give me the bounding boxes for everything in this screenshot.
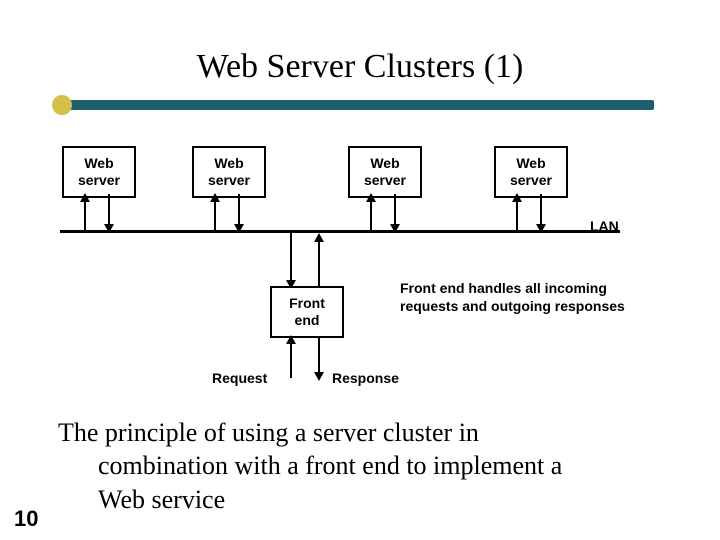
arrow-up-icon (512, 193, 522, 202)
slide: Web Server Clusters (1) Webserver Webser… (0, 0, 720, 540)
web-server-box-3: Webserver (348, 146, 422, 198)
connector-line (84, 200, 86, 230)
connector-line (370, 200, 372, 230)
connector-line (214, 200, 216, 230)
arrow-down-icon (104, 224, 114, 233)
front-end-box: Frontend (270, 286, 344, 338)
connector-line (290, 342, 292, 378)
arrow-down-icon (234, 224, 244, 233)
arrow-down-icon (536, 224, 546, 233)
arrow-up-icon (314, 233, 324, 242)
web-server-box-4: Webserver (494, 146, 568, 198)
bullet-dot-icon (52, 95, 72, 115)
response-label: Response (332, 370, 399, 386)
arrow-up-icon (366, 193, 376, 202)
arrow-up-icon (80, 193, 90, 202)
connector-line (318, 240, 320, 286)
arrow-up-icon (286, 335, 296, 344)
lan-label: LAN (590, 218, 619, 234)
arrow-down-icon (314, 372, 324, 381)
page-number: 10 (14, 506, 38, 532)
web-server-box-1: Webserver (62, 146, 136, 198)
request-label: Request (212, 370, 267, 386)
connector-line (516, 200, 518, 230)
front-end-note: Front end handles all incoming requests … (400, 280, 630, 315)
title-rule (54, 100, 654, 110)
connector-line (318, 336, 320, 374)
slide-title: Web Server Clusters (1) (0, 48, 720, 86)
arrow-up-icon (210, 193, 220, 202)
cluster-diagram: Webserver Webserver Webserver Webserver … (60, 130, 660, 390)
arrow-down-icon (390, 224, 400, 233)
slide-caption: The principle of using a server cluster … (58, 416, 668, 516)
connector-line (290, 233, 292, 286)
web-server-box-2: Webserver (192, 146, 266, 198)
